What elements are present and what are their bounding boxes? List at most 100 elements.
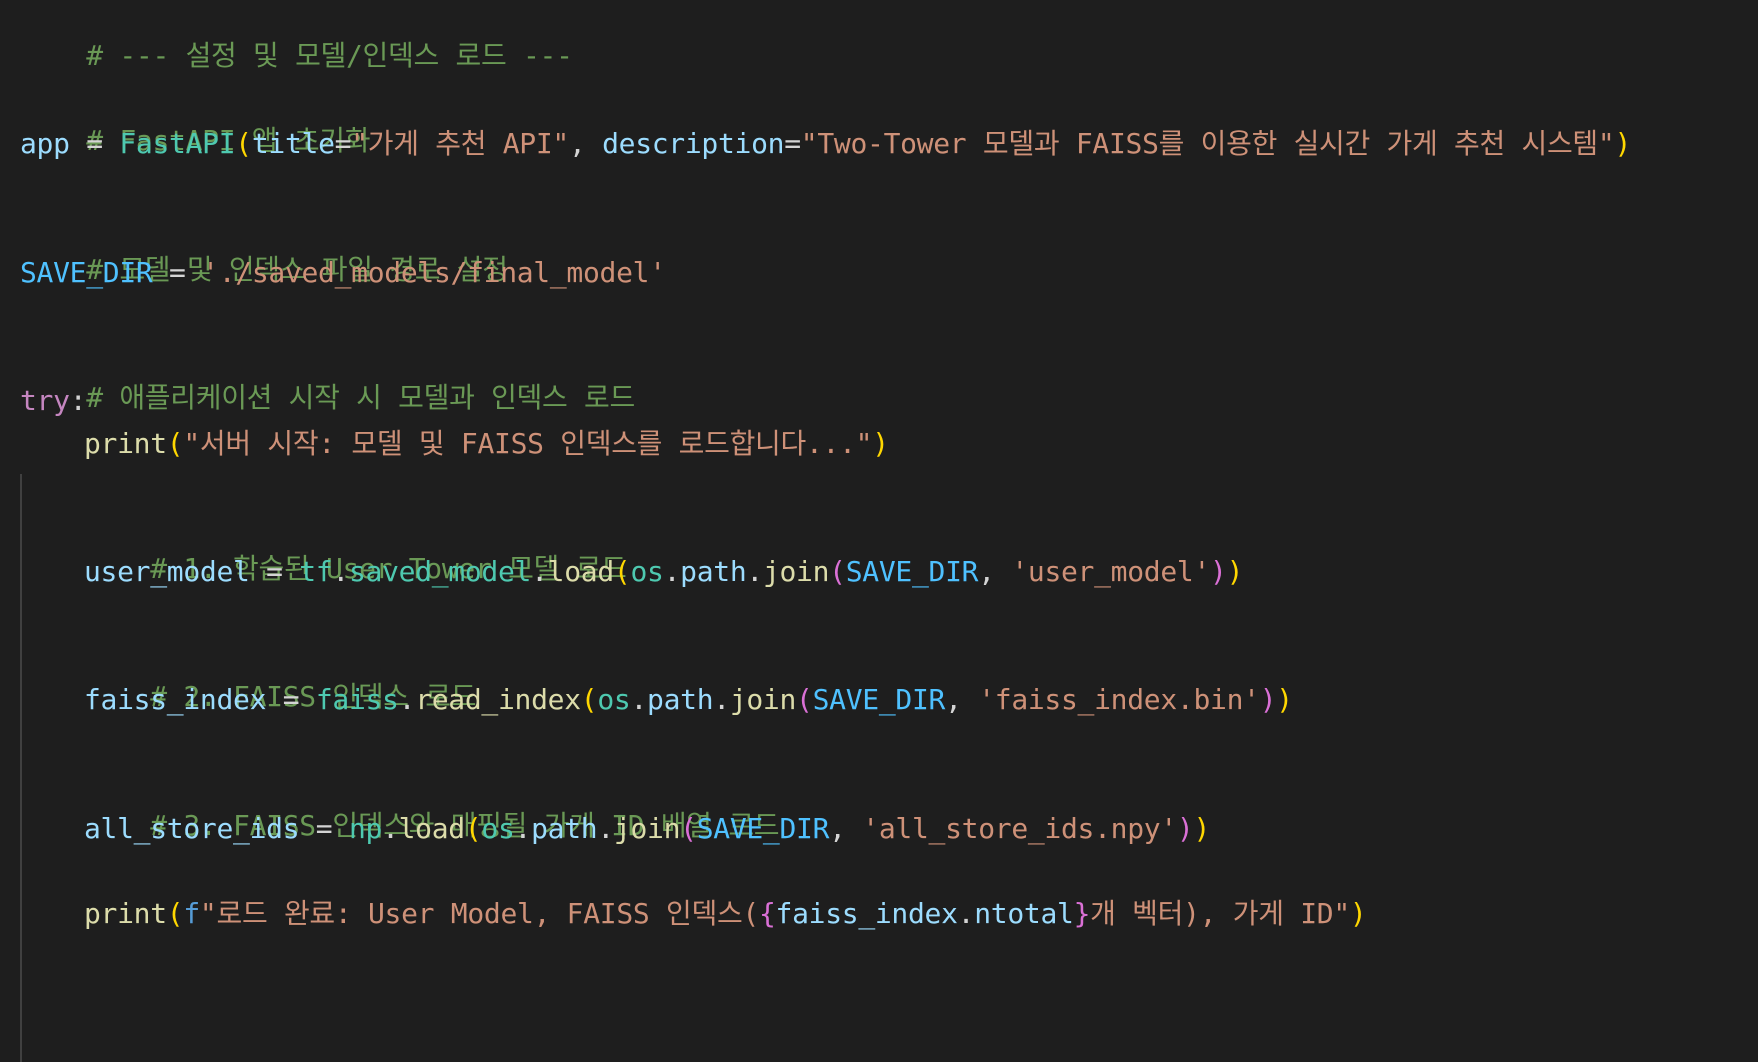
operator: = <box>334 127 352 160</box>
operator: = <box>152 256 203 289</box>
parameter: title <box>251 127 335 160</box>
string: 'user_model' <box>1011 555 1211 588</box>
bracket: ) <box>1614 127 1631 160</box>
code-line-6: # 모델 및 인덱스 파일 경로 설정 <box>20 210 508 286</box>
punctuation: . <box>630 683 648 716</box>
bracket: ) <box>1193 812 1211 845</box>
punctuation: . <box>531 555 548 588</box>
punctuation: . <box>957 897 975 930</box>
attribute: path <box>647 683 714 716</box>
bracket: ( <box>166 897 184 930</box>
operator: = <box>69 127 120 160</box>
module-name: tf <box>299 555 333 588</box>
bracket: ( <box>796 683 813 716</box>
function-name: load <box>547 555 615 588</box>
variable: faiss_index <box>84 683 267 716</box>
bracket: ( <box>580 683 598 716</box>
variable: faiss_index <box>775 897 958 930</box>
function-name: read_index <box>415 683 581 716</box>
keyword: try <box>20 384 70 417</box>
operator: = <box>266 683 316 716</box>
function-name: print <box>84 427 167 460</box>
code-editor[interactable]: # --- 설정 및 모델/인덱스 로드 --- # FastAPI 앱 초기화… <box>0 0 1758 1062</box>
punctuation: . <box>514 812 532 845</box>
attribute: path <box>531 812 598 845</box>
function-name: load <box>398 812 466 845</box>
code-line-13: # 1. 학습된 User Tower 모델 로드 <box>84 509 627 585</box>
constant: SAVE_DIR <box>696 812 830 845</box>
punctuation: . <box>332 555 349 588</box>
punctuation: , <box>568 127 603 160</box>
code-line-20: all_store_ids = np.load(os.path.join(SAV… <box>84 809 1210 849</box>
code-line-7: SAVE_DIR = './saved_models/final_model' <box>20 253 666 293</box>
parameter: description <box>602 127 785 160</box>
punctuation: . <box>398 683 416 716</box>
module-name: os <box>597 683 631 716</box>
operator: = <box>784 127 801 160</box>
bracket: ( <box>680 812 697 845</box>
string: 개 벡터), 가게 ID" <box>1090 897 1350 930</box>
code-line-19: # 3. FAISS 인덱스와 매핑될 가게 ID 배열 로드 <box>84 766 779 842</box>
constant: SAVE_DIR <box>812 683 946 716</box>
string: 'faiss_index.bin' <box>978 683 1260 716</box>
function-name: join <box>613 812 681 845</box>
bracket: ( <box>166 427 184 460</box>
punctuation: . <box>382 812 399 845</box>
code-line-1: # --- 설정 및 모델/인덱스 로드 --- <box>20 0 573 72</box>
punctuation: : <box>69 384 87 417</box>
code-line-16: # 2. FAISS 인덱스 로드 <box>84 637 476 713</box>
punctuation: . <box>663 555 681 588</box>
bracket: ) <box>1210 555 1227 588</box>
fstring-brace: { <box>758 897 776 930</box>
string: 'all_store_ids.npy' <box>862 812 1177 845</box>
comment: # --- 설정 및 모델/인덱스 로드 --- <box>86 39 573 72</box>
string: "가게 추천 API" <box>351 127 569 160</box>
punctuation: . <box>713 683 730 716</box>
code-line-9: # 애플리케이션 시작 시 모델과 인덱스 로드 <box>20 338 635 414</box>
function-name: join <box>729 683 797 716</box>
operator: = <box>299 812 349 845</box>
indent-guide <box>20 474 22 1062</box>
variable: app <box>20 127 70 160</box>
punctuation: , <box>945 683 979 716</box>
code-line-10: try: <box>20 381 87 421</box>
punctuation: , <box>829 812 863 845</box>
string: "Two-Tower 모델과 FAISS를 이용한 실시간 가게 추천 시스템" <box>800 127 1615 160</box>
variable: user_model <box>84 555 250 588</box>
operator: = <box>249 555 300 588</box>
code-line-3: # FastAPI 앱 초기화 <box>20 81 370 157</box>
punctuation: . <box>746 555 763 588</box>
class-name: FastAPI <box>119 127 236 160</box>
function-name: join <box>762 555 830 588</box>
punctuation: , <box>978 555 1012 588</box>
attribute: ntotal <box>974 897 1074 930</box>
code-line-17: faiss_index = faiss.read_index(os.path.j… <box>84 680 1293 720</box>
bracket: ( <box>829 555 846 588</box>
module-name: saved_model <box>348 555 532 588</box>
string: './saved_models/final_model' <box>202 256 666 289</box>
function-name: print <box>84 897 167 930</box>
bracket: ) <box>1259 683 1277 716</box>
constant: SAVE_DIR <box>845 555 979 588</box>
punctuation: . <box>597 812 614 845</box>
variable: all_store_ids <box>84 812 300 845</box>
fstring-brace: } <box>1073 897 1091 930</box>
bracket: ) <box>1276 683 1293 716</box>
code-line-14: user_model = tf.saved_model.load(os.path… <box>84 552 1243 592</box>
string: "서버 시작: 모델 및 FAISS 인덱스를 로드합니다..." <box>183 427 873 460</box>
bracket: ) <box>1226 555 1244 588</box>
bracket: ) <box>1349 897 1367 930</box>
constant: SAVE_DIR <box>20 256 153 289</box>
code-line-22: print(f"로드 완료: User Model, FAISS 인덱스({fa… <box>84 894 1367 934</box>
comment: # 애플리케이션 시작 시 모델과 인덱스 로드 <box>86 381 635 414</box>
attribute: path <box>680 555 747 588</box>
bracket: ( <box>235 127 252 160</box>
fstring-prefix: f <box>183 897 200 930</box>
bracket: ( <box>613 555 631 588</box>
code-line-11: print("서버 시작: 모델 및 FAISS 인덱스를 로드합니다...") <box>84 424 889 464</box>
module-name: os <box>481 812 515 845</box>
bracket: ) <box>1176 812 1194 845</box>
module-name: faiss <box>315 683 399 716</box>
bracket: ( <box>464 812 482 845</box>
code-line-4: app = FastAPI(title="가게 추천 API", descrip… <box>20 124 1631 164</box>
